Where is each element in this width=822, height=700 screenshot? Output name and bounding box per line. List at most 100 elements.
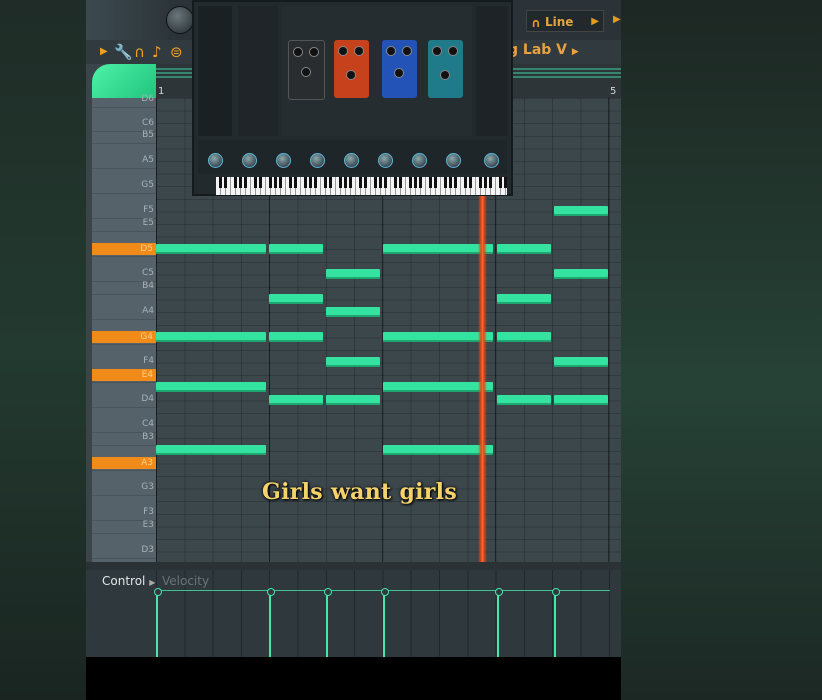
midi-note[interactable]: [497, 332, 551, 342]
pedal-knob[interactable]: [394, 68, 404, 78]
chevron-right-icon: ▶: [591, 16, 599, 27]
midi-note[interactable]: [554, 395, 608, 405]
velocity-bar[interactable]: [554, 592, 556, 657]
key-label: G3: [141, 482, 154, 492]
list-icon[interactable]: ⊜: [170, 42, 183, 62]
midi-note[interactable]: [156, 332, 266, 342]
velocity-bar[interactable]: [383, 592, 385, 657]
velocity-handle[interactable]: [495, 588, 503, 596]
black-key: [259, 177, 262, 188]
key-label: C6: [141, 118, 154, 128]
plugin-knob[interactable]: [378, 153, 393, 168]
midi-note[interactable]: [269, 395, 323, 405]
plugin-knob[interactable]: [276, 153, 291, 168]
key-label: E3: [142, 520, 154, 530]
velocity-handle[interactable]: [381, 588, 389, 596]
pedal-knob[interactable]: [338, 46, 348, 56]
key-highlight-g4[interactable]: G4: [92, 331, 156, 343]
plugin-knob[interactable]: [412, 153, 427, 168]
key-label: G4: [140, 332, 153, 342]
midi-note[interactable]: [383, 244, 493, 254]
plugin-mid-panel: [238, 6, 278, 136]
midi-note[interactable]: [554, 269, 608, 279]
velocity-handle[interactable]: [552, 588, 560, 596]
plugin-window[interactable]: [192, 0, 513, 196]
plugin-preset-panel: [198, 6, 232, 136]
timeline-bar-number: 5: [610, 86, 617, 97]
piano-keyboard[interactable]: D6 C6 B5 A5 G5 F5 E5 D5 C5 B4 A4 G4 F4 E4 D4 C4 B3 A3 G3 F3…: [92, 94, 156, 562]
midi-note[interactable]: [269, 332, 323, 342]
plugin-knob[interactable]: [242, 153, 257, 168]
midi-note[interactable]: [497, 244, 551, 254]
midi-note[interactable]: [326, 357, 380, 367]
midi-note[interactable]: [497, 294, 551, 304]
black-key: [339, 177, 342, 188]
black-key: [469, 177, 472, 188]
midi-note[interactable]: [269, 294, 323, 304]
effect-pedal-2[interactable]: [334, 40, 369, 98]
midi-note[interactable]: [326, 395, 380, 405]
black-key: [309, 177, 312, 188]
key-highlight-a3[interactable]: A3: [92, 457, 156, 469]
midi-note[interactable]: [156, 244, 266, 254]
clip-tab[interactable]: [92, 64, 156, 98]
wrench-icon[interactable]: 🔧: [114, 42, 133, 62]
magnet-icon[interactable]: ∩: [134, 42, 145, 62]
midi-note[interactable]: [497, 395, 551, 405]
plugin-knob[interactable]: [484, 153, 499, 168]
key-label: A4: [142, 306, 154, 316]
key-label: F3: [143, 507, 154, 517]
velocity-handle[interactable]: [267, 588, 275, 596]
velocity-bar[interactable]: [497, 592, 499, 657]
play-arrow-icon[interactable]: ▶: [613, 14, 621, 25]
key-highlight-d5[interactable]: D5: [92, 243, 156, 255]
effect-pedal-1[interactable]: [288, 40, 325, 100]
pedal-knob[interactable]: [354, 46, 364, 56]
pedal-knob[interactable]: [346, 70, 356, 80]
midi-note[interactable]: [156, 382, 266, 392]
velocity-bar[interactable]: [156, 592, 158, 657]
control-label[interactable]: Control ▶: [102, 574, 155, 588]
plugin-knob[interactable]: [208, 153, 223, 168]
midi-note[interactable]: [269, 244, 323, 254]
pedal-knob[interactable]: [293, 47, 303, 57]
effect-pedal-3[interactable]: [382, 40, 417, 98]
note-icon[interactable]: ♪: [152, 42, 162, 62]
midi-note[interactable]: [156, 445, 266, 455]
midi-note[interactable]: [326, 269, 380, 279]
master-knob[interactable]: [166, 6, 194, 34]
plugin-title[interactable]: g Lab V ▶: [508, 42, 579, 58]
velocity-bar[interactable]: [269, 592, 271, 657]
midi-note[interactable]: [554, 357, 608, 367]
black-key: [434, 177, 437, 188]
midi-note[interactable]: [383, 382, 493, 392]
pedal-knob[interactable]: [448, 46, 458, 56]
velocity-handle[interactable]: [324, 588, 332, 596]
plugin-knob[interactable]: [446, 153, 461, 168]
black-key: [219, 177, 222, 188]
plugin-knob[interactable]: [344, 153, 359, 168]
midi-note[interactable]: [383, 332, 493, 342]
pedal-knob[interactable]: [402, 46, 412, 56]
key-divider: [92, 107, 156, 108]
plugin-mini-keyboard[interactable]: [216, 177, 507, 195]
midi-note[interactable]: [326, 307, 380, 317]
midi-note[interactable]: [554, 206, 608, 216]
velocity-handle[interactable]: [154, 588, 162, 596]
effect-pedal-4[interactable]: [428, 40, 463, 98]
velocity-bar[interactable]: [326, 592, 328, 657]
pedal-knob[interactable]: [432, 46, 442, 56]
pedal-knob[interactable]: [301, 67, 311, 77]
key-highlight-e4[interactable]: E4: [92, 369, 156, 381]
plugin-title-text: g Lab V: [508, 42, 567, 58]
menu-arrow-icon[interactable]: ▶: [100, 42, 108, 62]
pedal-knob[interactable]: [440, 70, 450, 80]
background-right: [621, 0, 822, 700]
black-key: [274, 177, 277, 188]
midi-note[interactable]: [383, 445, 493, 455]
pedal-knob[interactable]: [386, 46, 396, 56]
key-label: F4: [143, 356, 154, 366]
pedal-knob[interactable]: [309, 47, 319, 57]
line-mode-selector[interactable]: ∩ Line ▶: [526, 10, 604, 32]
plugin-knob[interactable]: [310, 153, 325, 168]
